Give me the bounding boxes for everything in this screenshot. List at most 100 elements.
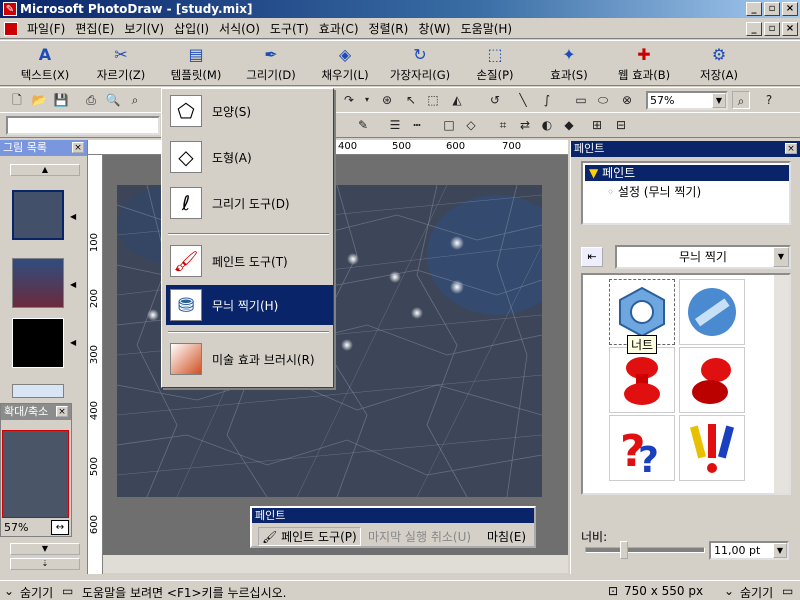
globe-icon[interactable]: ⊛	[378, 91, 396, 109]
menu-insert[interactable]: 삽입(I)	[169, 20, 214, 37]
menu-format[interactable]: 서식(O)	[214, 20, 265, 37]
menu-item-artistic-brush[interactable]: 미술 효과 브러시(R)	[166, 339, 333, 379]
text-button[interactable]: A 텍스트(X)	[14, 43, 76, 85]
fill-bucket-icon[interactable]: ◭	[448, 91, 466, 109]
menu-arrange[interactable]: 정렬(R)	[364, 20, 414, 37]
web-effects-button[interactable]: ✚ 웹 효과(B)	[610, 43, 678, 85]
save-disk-icon[interactable]: 💾	[52, 91, 70, 109]
stamp-pin-red-2[interactable]	[679, 347, 745, 413]
shape-edit-icon[interactable]: ◇	[462, 116, 480, 134]
redo-dropdown-icon[interactable]: ▾	[358, 91, 376, 109]
open-icon[interactable]: 📂	[30, 91, 48, 109]
doc-restore-icon[interactable]: ▫	[764, 21, 780, 36]
print-preview-icon[interactable]: 🔍	[104, 91, 122, 109]
fill-button[interactable]: ◈ 채우기(L)	[314, 43, 376, 85]
new-icon[interactable]: 🗋	[8, 91, 26, 109]
menu-tools[interactable]: 도구(T)	[265, 20, 314, 37]
crop-tool-icon[interactable]: ⌗	[494, 116, 512, 134]
finish-button[interactable]: 마침(E)	[487, 528, 526, 545]
menu-window[interactable]: 창(W)	[413, 20, 455, 37]
menu-effects[interactable]: 효과(C)	[314, 20, 364, 37]
width-slider[interactable]	[585, 541, 705, 559]
flip-icon[interactable]: ⇄	[516, 116, 534, 134]
thumbnail-menu-icon[interactable]: ◀	[70, 212, 76, 221]
undo-last-button[interactable]: 마지막 실행 취소(U)	[368, 528, 471, 545]
help-icon[interactable]: ?	[760, 91, 778, 109]
scroll-up-button[interactable]: ▲	[10, 164, 80, 176]
chevron-down-icon[interactable]: ▼	[773, 543, 787, 558]
rectangle-icon[interactable]: ▭	[572, 91, 590, 109]
close-icon[interactable]: ×	[56, 406, 68, 417]
close-icon[interactable]: ×	[785, 143, 797, 154]
width-slider-thumb[interactable]	[620, 541, 628, 559]
width-input[interactable]: 11,00 pt ▼	[709, 541, 789, 560]
dash-style-icon[interactable]: ┅	[408, 116, 426, 134]
select-region-icon[interactable]: ⬚	[424, 91, 442, 109]
menu-file[interactable]: 파일(F)	[22, 20, 70, 37]
hide-left-label[interactable]: 숨기기	[20, 584, 53, 600]
scroll-end-button[interactable]: ⇣	[10, 558, 80, 570]
doc-close-icon[interactable]: ×	[782, 21, 798, 36]
thumbnail-item[interactable]	[12, 384, 64, 398]
doc-minimize-icon[interactable]: _	[746, 21, 762, 36]
close-icon[interactable]: ×	[72, 142, 84, 153]
tag-icon[interactable]: ◆	[560, 116, 578, 134]
autoshape-tb-icon[interactable]: ⊗	[618, 91, 636, 109]
stamp-pin-red[interactable]	[609, 347, 675, 413]
pointer-icon[interactable]: ↖	[402, 91, 420, 109]
edge-button[interactable]: ↻ 가장자리(G)	[384, 43, 456, 85]
paint-tool-button[interactable]: 🖌 페인트 도구(P)	[258, 527, 361, 546]
draw-button[interactable]: ✒ 그리기(D)	[240, 43, 302, 85]
tree-expand-icon[interactable]: ▼	[589, 166, 598, 180]
line-color-icon[interactable]: ✎	[354, 116, 372, 134]
square-icon[interactable]: □	[440, 116, 458, 134]
menu-item-paint-tool[interactable]: 🖌 페인트 도구(T)	[166, 241, 333, 281]
thumbnail-item[interactable]	[12, 190, 64, 240]
ellipse-icon[interactable]: ⬭	[594, 91, 612, 109]
menu-view[interactable]: 보기(V)	[119, 20, 169, 37]
print-icon[interactable]: ⎙	[82, 91, 100, 109]
photodraw-app-icon[interactable]: ✎	[3, 2, 17, 16]
zoom-preview[interactable]	[2, 430, 69, 518]
group-icon[interactable]: ⊞	[588, 116, 606, 134]
panel-toggle-right-icon[interactable]: ▭	[782, 584, 793, 598]
hide-left-icon[interactable]: ⌄	[4, 584, 14, 598]
chevron-down-icon[interactable]: ▼	[712, 93, 726, 108]
stamp-question[interactable]: ??	[609, 415, 675, 481]
document-icon[interactable]	[4, 21, 18, 36]
save-as-button[interactable]: ⚙ 저장(A)	[690, 43, 748, 85]
scroll-down-button[interactable]: ▼	[10, 543, 80, 555]
gallery-scrollbar[interactable]	[774, 275, 789, 493]
menu-item-autoshape[interactable]: ◇ 도형(A)	[166, 137, 333, 177]
zoom-combo[interactable]: 57% ▼	[646, 91, 728, 110]
thumbnail-menu-icon[interactable]: ◀	[70, 280, 76, 289]
menu-help[interactable]: 도움말(H)	[456, 20, 518, 37]
curve-icon[interactable]: ∫	[538, 91, 556, 109]
tree-child-settings[interactable]: ◦ 설정 (무늬 찍기)	[607, 183, 701, 200]
hide-right-label[interactable]: 숨기기	[740, 584, 773, 600]
line-icon[interactable]: ╲	[514, 91, 532, 109]
menu-item-stamp[interactable]: ⛃ 무늬 찍기(H)	[166, 285, 333, 325]
thumbnail-menu-icon[interactable]: ◀	[70, 338, 76, 347]
touchup-button[interactable]: ⬚ 손질(P)	[466, 43, 524, 85]
restore-icon[interactable]: ▫	[764, 2, 780, 16]
fit-to-window-icon[interactable]: ↔	[51, 520, 69, 535]
redo-icon[interactable]: ↷	[340, 91, 358, 109]
hide-right-icon[interactable]: ⌄	[724, 584, 734, 598]
menu-item-draw-tool[interactable]: ℓ 그리기 도구(D)	[166, 183, 333, 223]
font-combo[interactable]	[6, 116, 160, 135]
ungroup-icon[interactable]: ⊟	[612, 116, 630, 134]
template-button[interactable]: ▤ 템플릿(M)	[162, 43, 230, 85]
menu-edit[interactable]: 편집(E)	[70, 20, 119, 37]
zoom-icon[interactable]: ⌕	[732, 91, 750, 109]
crop-button[interactable]: ✂ 자르기(Z)	[90, 43, 152, 85]
menu-item-shape[interactable]: ⬠ 모양(S)	[166, 91, 333, 131]
stamp-disc[interactable]	[679, 279, 745, 345]
line-weight-icon[interactable]: ☰	[386, 116, 404, 134]
tree-root-paint[interactable]: ▼ 페인트	[585, 165, 789, 181]
thumbnail-item[interactable]	[12, 318, 64, 368]
stamp-exclamation[interactable]	[679, 415, 745, 481]
effects-button[interactable]: ✦ 효과(S)	[540, 43, 598, 85]
panel-toggle-icon[interactable]: ▭	[62, 584, 73, 598]
close-icon[interactable]: ×	[782, 2, 798, 16]
